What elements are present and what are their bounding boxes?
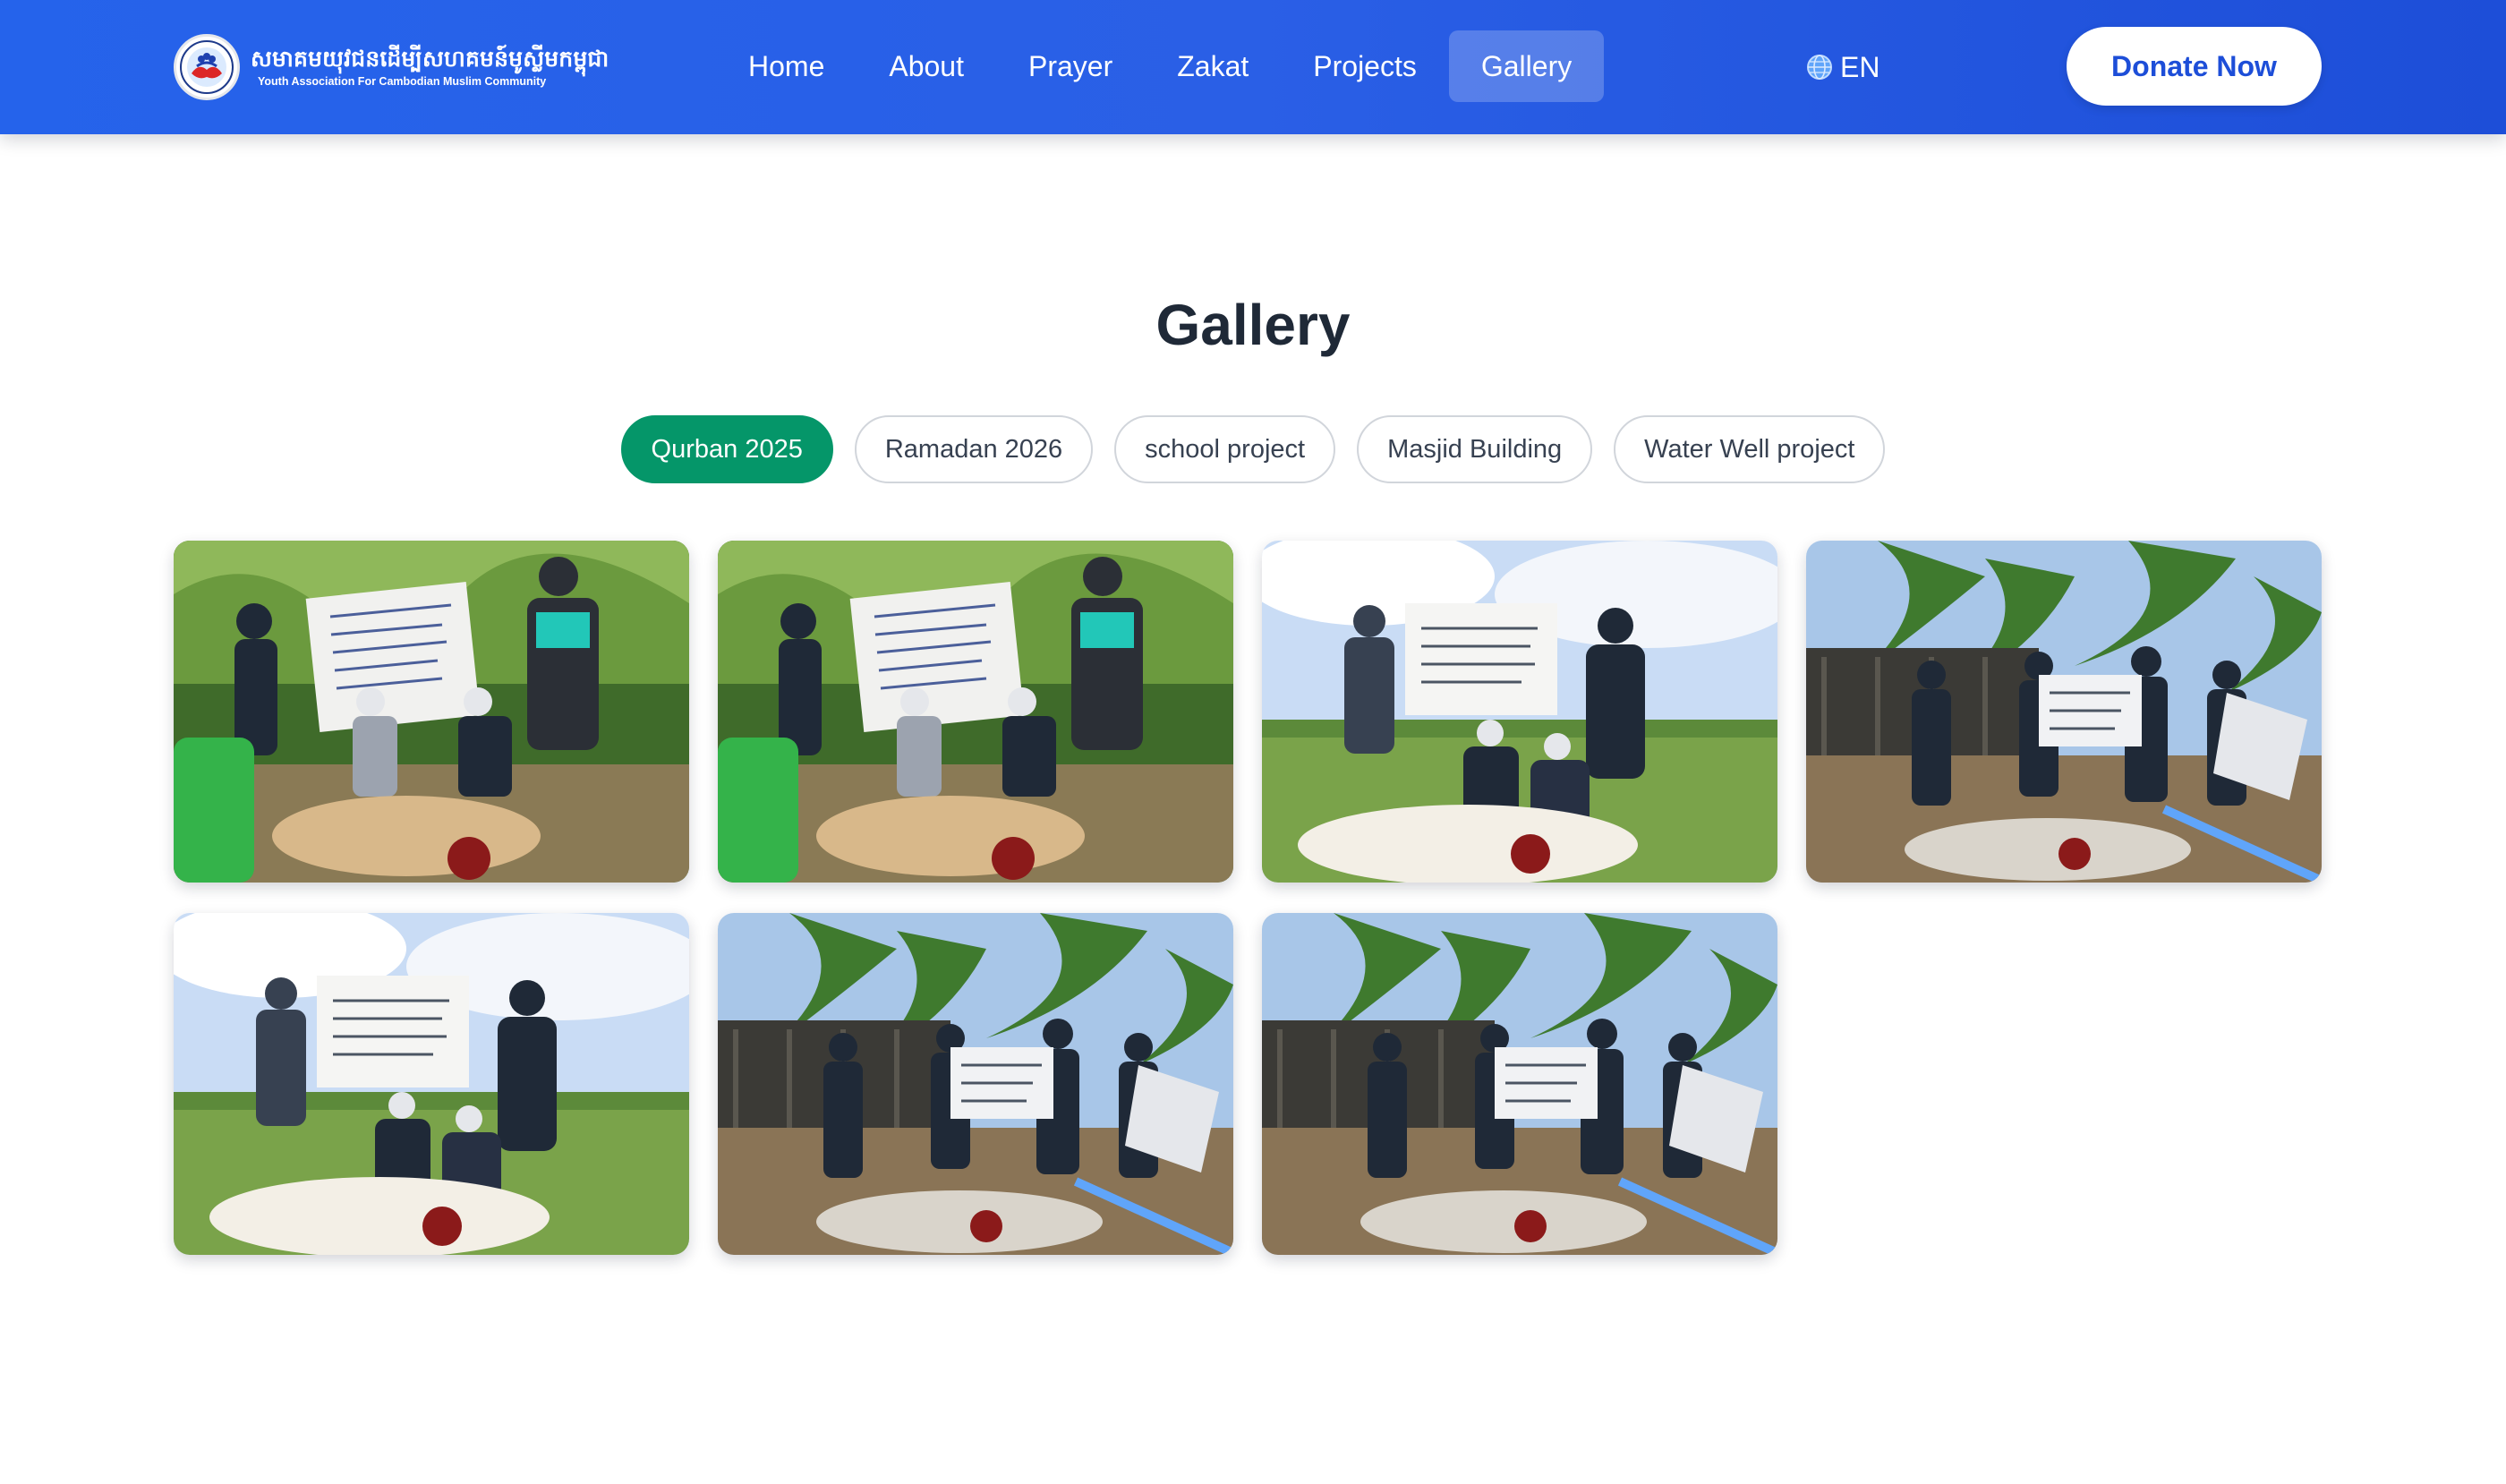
gallery-photo-4[interactable] (1806, 541, 2322, 883)
gallery-photo-image (718, 541, 1233, 883)
gallery-photo-7[interactable] (1262, 913, 1777, 1255)
nav-zakat[interactable]: Zakat (1145, 30, 1281, 102)
brand-name-english: Youth Association For Cambodian Muslim C… (258, 75, 547, 88)
page-title: Gallery (1155, 293, 1351, 357)
brand[interactable]: សមាគមយុវជនដើម្បីសហគមន៍មូស្លីមកម្ពុជា You… (174, 33, 609, 101)
language-switcher[interactable]: EN (1806, 47, 1880, 88)
globe-icon (1806, 54, 1833, 81)
gallery-photo-image (174, 913, 689, 1255)
gallery-photo-3[interactable] (1262, 541, 1777, 883)
gallery-photo-image (1806, 541, 2322, 883)
gallery-photo-image (174, 541, 689, 883)
filter-ramadan-2026[interactable]: Ramadan 2026 (854, 415, 1094, 483)
donate-now-button[interactable]: Donate Now (2067, 27, 2322, 106)
gallery-photo-5[interactable] (174, 913, 689, 1255)
brand-name-khmer: សមាគមយុវជនដើម្បីសហគមន៍មូស្លីមកម្ពុជា (251, 46, 609, 72)
gallery-photo-2[interactable] (718, 541, 1233, 883)
top-navbar: សមាគមយុវជនដើម្បីសហគមន៍មូស្លីមកម្ពុជា You… (0, 0, 2506, 134)
gallery-photo-6[interactable] (718, 913, 1233, 1255)
gallery-filter-tabs: Qurban 2025 Ramadan 2026 school project … (0, 415, 2506, 483)
org-logo-icon (174, 34, 240, 100)
nav-gallery[interactable]: Gallery (1448, 30, 1605, 102)
language-label: EN (1840, 50, 1880, 83)
gallery-photo-1[interactable] (174, 541, 689, 883)
filter-water-well-project[interactable]: Water Well project (1614, 415, 1886, 483)
gallery-photo-image (718, 913, 1233, 1255)
nav-projects[interactable]: Projects (1281, 30, 1449, 102)
nav-prayer[interactable]: Prayer (996, 30, 1145, 102)
nav-about[interactable]: About (857, 30, 996, 102)
main-nav: Home About Prayer Zakat Projects Gallery (716, 30, 1605, 102)
filter-school-project[interactable]: school project (1114, 415, 1336, 483)
nav-home[interactable]: Home (716, 30, 857, 102)
filter-masjid-building[interactable]: Masjid Building (1357, 415, 1593, 483)
filter-qurban-2025[interactable]: Qurban 2025 (620, 415, 833, 483)
gallery-photo-image (1262, 541, 1777, 883)
gallery-photo-image (1262, 913, 1777, 1255)
